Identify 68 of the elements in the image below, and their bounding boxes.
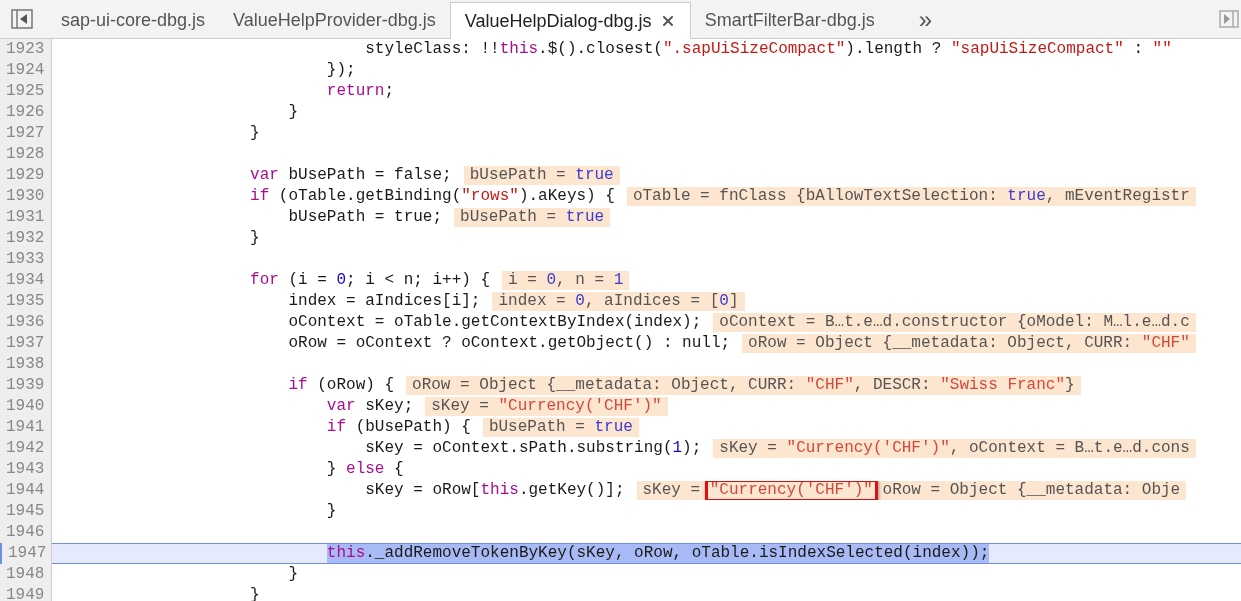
code-text: } — [288, 565, 299, 584]
code-text: this._addRemoveTokenByKey(sKey, oRow, oTable.isIndexSelected(index)); — [326, 544, 990, 563]
inline-value: sKey = "Currency('CHF')", oContext = B…t.e…d.cons — [713, 439, 1196, 458]
inline-value: oTable = fnClass {bAllowTextSelection: true, mEventRegistr — [626, 187, 1196, 206]
file-tab[interactable]: SmartFilterBar-dbg.js — [690, 2, 889, 38]
code-text: for (i = 0; i < n; i++) { — [250, 271, 491, 290]
line-number: 1939 — [0, 375, 52, 396]
code-text: } — [250, 124, 260, 143]
inline-value: bUsePath = true — [482, 418, 639, 437]
line-number: 1930 — [0, 186, 52, 207]
line-number: 1937 — [0, 333, 52, 354]
inline-value: oRow = Object {__metadata: Object, CURR: "CHF" — [742, 334, 1196, 353]
line-number: 1940 — [0, 396, 52, 417]
inline-value: sKey = "Currency('CHF')" oRow = Object {__metadata: Obje — [636, 481, 1187, 500]
panel-toggle-icon[interactable] — [11, 9, 33, 29]
line-number: 1929 — [0, 165, 52, 186]
line-number: 1946 — [0, 522, 52, 543]
code-text: var sKey; — [326, 397, 414, 416]
line-number: 1942 — [0, 438, 52, 459]
inline-value: sKey = "Currency('CHF')" — [425, 397, 668, 416]
line-number: 1934 — [0, 270, 52, 291]
file-tab[interactable]: sap-ui-core-dbg.js — [47, 2, 220, 38]
code-text: bUsePath = true; — [288, 208, 443, 227]
code-text: styleClass: !!this.$().closest(".sapUiSizeCompact").length ? "sapUiSizeCompact" : "" — [365, 40, 1172, 59]
line-number: 1944 — [0, 480, 52, 501]
line-number: 1938 — [0, 354, 52, 375]
code-text: index = aIndices[i]; — [288, 292, 481, 311]
line-number: 1941 — [0, 417, 52, 438]
line-number: 1928 — [0, 144, 52, 165]
line-number: 1926 — [0, 102, 52, 123]
line-number: 1943 — [0, 459, 52, 480]
code-text: var bUsePath = false; — [250, 166, 452, 185]
line-number: 1936 — [0, 312, 52, 333]
code-text: sKey = oContext.sPath.substring(1); — [365, 439, 702, 458]
inline-value: bUsePath = true — [463, 166, 620, 185]
code-text: } — [288, 103, 299, 122]
line-number: 1927 — [0, 123, 52, 144]
code-text: if (oTable.getBinding("rows").aKeys) { — [250, 187, 615, 206]
file-tab[interactable]: ValueHelpDialog-dbg.js — [449, 2, 691, 39]
line-number: 1949 — [0, 585, 52, 601]
inline-value: bUsePath = true — [454, 208, 611, 227]
line-number: 1945 — [0, 501, 52, 522]
code-text: sKey = oRow[this.getKey()]; — [365, 481, 625, 500]
line-number: 1948 — [0, 564, 52, 585]
more-tabs-button[interactable]: » — [918, 2, 933, 38]
code-text: return; — [326, 82, 395, 101]
code-text: oContext = oTable.getContextByIndex(index); — [288, 313, 702, 332]
inline-value: oRow = Object {__metadata: Object, CURR: "CHF", DESCR: "Swiss Franc"} — [406, 376, 1081, 395]
code-text: oRow = oContext ? oContext.getObject() : null; — [288, 334, 731, 353]
line-number: 1931 — [0, 207, 52, 228]
code-text: if (bUsePath) { — [326, 418, 471, 437]
inline-value: index = 0, aIndices = [0] — [492, 292, 745, 311]
line-number: 1947 — [0, 543, 52, 564]
inline-value: oContext = B…t.e…d.constructor {oModel: M…l.e…d.c — [713, 313, 1196, 332]
file-tab[interactable]: ValueHelpProvider-dbg.js — [219, 2, 450, 38]
code-text: } — [326, 502, 337, 521]
line-number: 1935 — [0, 291, 52, 312]
inline-value: i = 0, n = 1 — [502, 271, 630, 290]
line-number: 1924 — [0, 60, 52, 81]
code-text: } else { — [326, 460, 404, 479]
play-icon[interactable] — [1219, 10, 1239, 28]
code-text: if (oRow) { — [288, 376, 395, 395]
code-text: } — [250, 229, 260, 248]
line-number: 1923 — [0, 39, 52, 60]
line-number: 1925 — [0, 81, 52, 102]
line-number: 1933 — [0, 249, 52, 270]
code-text: }); — [326, 61, 356, 80]
line-number: 1932 — [0, 228, 52, 249]
